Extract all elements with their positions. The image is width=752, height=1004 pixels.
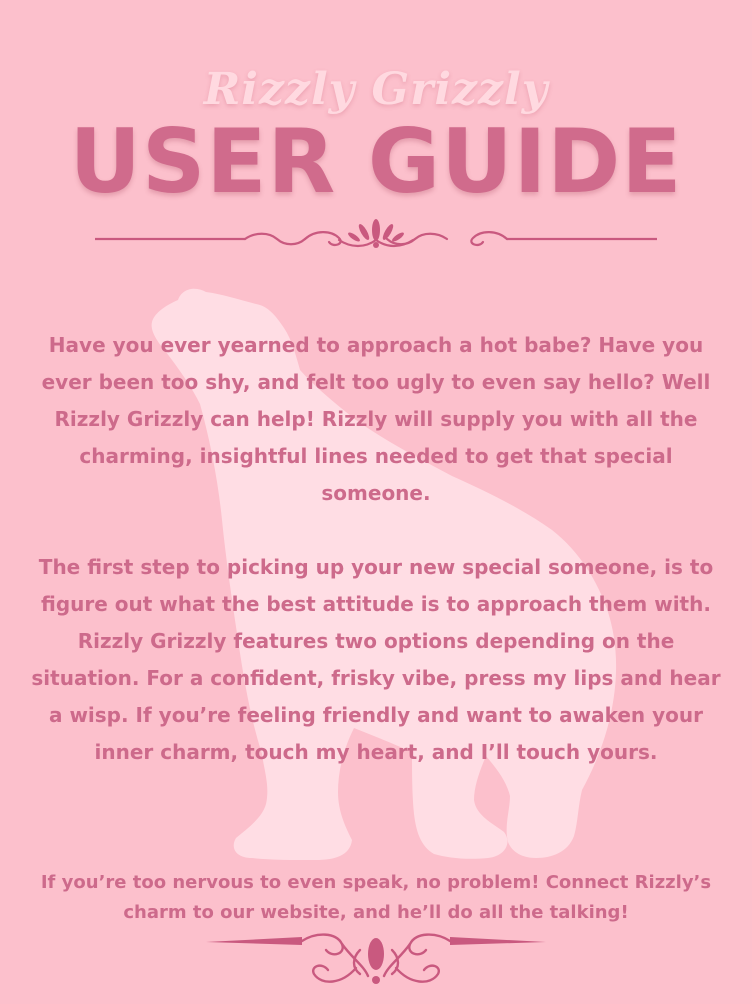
brand-subtitle: Rizzly Grizzly [203,64,549,115]
flourish-divider-icon [206,933,546,984]
website-paragraph: If you’re too nervous to even speak, no … [40,872,712,923]
page-title: USER GUIDE [69,110,683,213]
user-guide-page: Rizzly Grizzly USER GUIDE Have you ever … [0,0,752,1004]
intro-paragraph: Have you ever yearned to approach a hot … [41,333,711,505]
flourish-divider-icon [95,219,657,248]
attitude-paragraph: The first step to picking up your new sp… [31,555,721,764]
